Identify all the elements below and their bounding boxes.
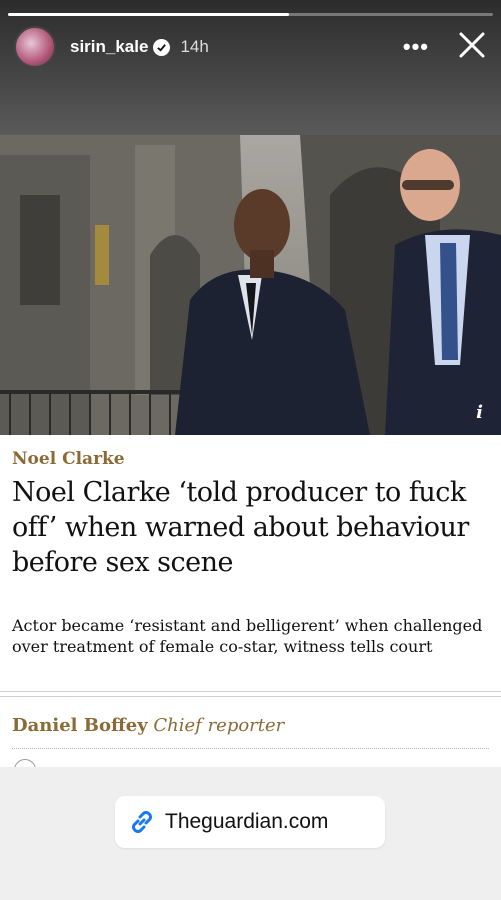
dotted-divider	[12, 748, 489, 749]
link-icon	[132, 811, 152, 833]
story-header: sirin_kale 14h •••	[14, 26, 487, 68]
divider	[0, 696, 501, 697]
divider	[0, 691, 501, 692]
username[interactable]: sirin_kale	[70, 37, 148, 57]
article-photo: i	[0, 135, 501, 435]
info-icon[interactable]: i	[476, 402, 483, 423]
article-headline: Noel Clarke ‘told producer to fuck off’ …	[12, 477, 469, 578]
link-sticker-label: Theguardian.com	[165, 810, 329, 833]
story-footer: Theguardian.com	[0, 767, 501, 900]
story-progress-bar	[8, 13, 493, 16]
court-photo-illustration	[0, 135, 501, 435]
byline: Daniel Boffey Chief reporter	[12, 715, 284, 736]
author-name: Daniel Boffey	[12, 715, 148, 736]
avatar[interactable]	[14, 26, 56, 68]
author-role: Chief reporter	[153, 715, 285, 736]
article-card[interactable]: Noel Clarke Noel Clarke ‘told producer t…	[0, 435, 501, 781]
story-progress-fill	[8, 13, 290, 16]
article-standfirst: Actor became ‘resistant and belligerent’…	[12, 616, 483, 656]
verified-badge-icon	[153, 38, 171, 56]
more-options-icon[interactable]: •••	[403, 34, 429, 60]
link-sticker[interactable]: Theguardian.com	[115, 796, 385, 848]
close-icon[interactable]	[457, 30, 487, 60]
post-time: 14h	[180, 37, 209, 56]
article-kicker: Noel Clarke	[12, 449, 125, 469]
instagram-story: sirin_kale 14h ••• i Noel Clarke Noel Cl…	[0, 0, 501, 900]
